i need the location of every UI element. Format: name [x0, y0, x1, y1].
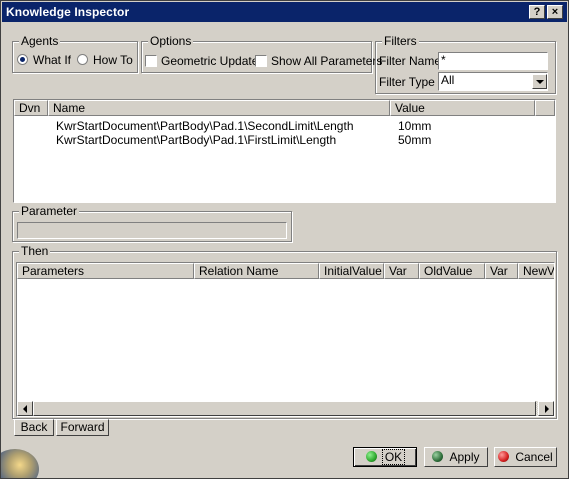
geometric-update-checkbox[interactable] [145, 55, 157, 67]
what-if-label[interactable]: What If [33, 53, 71, 67]
column-header-new-value[interactable]: NewV [518, 263, 554, 279]
globe-logo [1, 449, 39, 478]
show-all-parameters-checkbox[interactable] [255, 55, 267, 67]
column-header-var[interactable]: Var [384, 263, 419, 279]
column-header-filler [535, 100, 555, 116]
filter-type-select[interactable]: All [438, 72, 548, 91]
ok-icon [365, 451, 377, 462]
scroll-thumb[interactable] [33, 401, 536, 416]
forward-button[interactable]: Forward [56, 419, 109, 436]
column-header-initial-value[interactable]: InitialValue [319, 263, 384, 279]
column-header-parameters[interactable]: Parameters [17, 263, 194, 279]
window-title: Knowledge Inspector [6, 5, 130, 19]
list-item-value[interactable]: 10mm [398, 119, 431, 133]
filters-group: Filters Filter Name : * Filter Type : Al… [375, 34, 556, 94]
options-group: Options Geometric Update Show All Parame… [141, 34, 382, 73]
close-button[interactable]: × [547, 5, 563, 19]
column-header-var-2[interactable]: Var [485, 263, 518, 279]
column-header-relation-name[interactable]: Relation Name [194, 263, 319, 279]
cancel-button[interactable]: Cancel [494, 447, 557, 467]
filters-legend: Filters [382, 34, 419, 48]
scroll-left-button[interactable] [17, 401, 33, 416]
apply-button[interactable]: Apply [424, 447, 488, 467]
back-button[interactable]: Back [14, 419, 54, 436]
column-header-dvn[interactable]: Dvn [14, 100, 48, 116]
then-legend: Then [19, 244, 51, 258]
column-header-name[interactable]: Name [48, 100, 390, 116]
chevron-left-icon [23, 405, 27, 413]
apply-label: Apply [449, 450, 480, 464]
cancel-label: Cancel [515, 450, 553, 464]
knowledge-inspector-dialog: Knowledge Inspector ? × Agents What If H… [0, 0, 569, 479]
title-bar[interactable]: Knowledge Inspector ? × [2, 2, 567, 22]
parameter-group: Parameter [12, 204, 292, 242]
then-table[interactable]: Parameters Relation Name InitialValue Va… [16, 262, 555, 417]
parameter-list[interactable]: Dvn Name Value KwrStartDocument\PartBody… [13, 99, 556, 203]
cancel-icon [498, 451, 510, 462]
filter-type-dropdown-button[interactable] [532, 74, 547, 89]
scroll-right-button[interactable] [538, 401, 554, 416]
filter-name-input[interactable]: * [438, 52, 548, 70]
list-item-name[interactable]: KwrStartDocument\PartBody\Pad.1\SecondLi… [56, 119, 354, 133]
how-to-radio[interactable] [77, 54, 88, 65]
chevron-down-icon [536, 80, 544, 84]
parameter-legend: Parameter [19, 204, 80, 218]
options-legend: Options [148, 34, 194, 48]
column-header-old-value[interactable]: OldValue [419, 263, 485, 279]
ok-label: OK [381, 449, 406, 465]
chevron-right-icon [545, 405, 549, 413]
parameter-field [17, 222, 287, 239]
agents-legend: Agents [19, 34, 61, 48]
geometric-update-label[interactable]: Geometric Update [161, 54, 258, 68]
horizontal-scrollbar[interactable] [17, 401, 554, 416]
agents-group: Agents What If How To [12, 34, 138, 73]
column-header-value[interactable]: Value [390, 100, 535, 116]
list-item-value[interactable]: 50mm [398, 133, 431, 147]
what-if-radio[interactable] [17, 54, 28, 65]
then-group: Then Parameters Relation Name InitialVal… [12, 244, 557, 419]
how-to-label[interactable]: How To [93, 53, 133, 67]
filter-type-label: Filter Type : [379, 75, 442, 89]
filter-type-value: All [441, 73, 455, 87]
list-item-name[interactable]: KwrStartDocument\PartBody\Pad.1\FirstLim… [56, 133, 336, 147]
help-button[interactable]: ? [529, 5, 545, 19]
ok-button[interactable]: OK [353, 447, 417, 467]
apply-icon [432, 451, 444, 462]
show-all-parameters-label[interactable]: Show All Parameters [271, 54, 382, 68]
